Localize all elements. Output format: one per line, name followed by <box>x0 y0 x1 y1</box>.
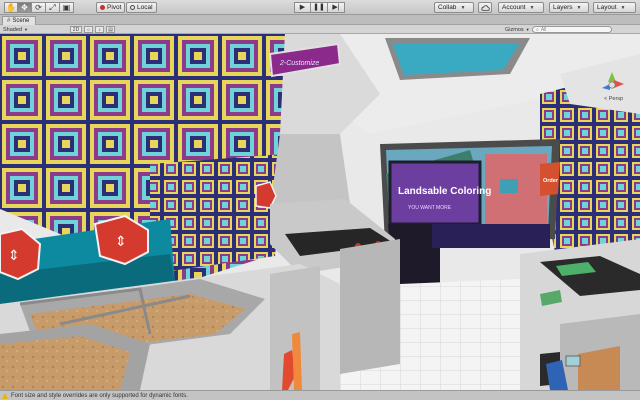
customize-sign-text: 2-Customize <box>279 60 319 67</box>
warning-icon <box>2 392 8 399</box>
main-toolbar: ✋ ✥ ⟳ ⤢ ▣ Pivot Local ▶ ❚❚ ▶| Collab ▼ A… <box>0 0 640 15</box>
scale-tool-icon[interactable]: ⤢ <box>46 2 60 13</box>
chevron-down-icon: ▼ <box>525 27 530 32</box>
arcade-screen-subtitle: YOU WANT MORE <box>408 205 452 211</box>
register-screen <box>565 355 581 367</box>
search-placeholder: All <box>540 26 547 33</box>
pivot-toggle[interactable]: Pivot <box>96 2 126 13</box>
layout-label: Layout <box>597 4 617 11</box>
layers-label: Layers <box>553 4 573 11</box>
status-message[interactable]: Font size and style overrides are only s… <box>11 393 188 399</box>
layers-dropdown[interactable]: Layers ▼ <box>549 2 589 13</box>
arrows-icon: ⇕ <box>8 248 20 264</box>
search-icon: ⌕ <box>536 26 539 33</box>
layout-dropdown[interactable]: Layout ▼ <box>593 2 636 13</box>
tab-scene[interactable]: # Scene <box>2 16 37 25</box>
local-toggle[interactable]: Local <box>126 2 157 13</box>
red-hex-button-left <box>0 227 42 281</box>
order-sign-text: Order <box>543 178 559 184</box>
pivot-icon <box>100 5 105 10</box>
vent-column <box>270 134 350 209</box>
play-controls: ▶ ❚❚ ▶| <box>294 2 345 13</box>
window-tab-bar: # Scene <box>0 15 640 25</box>
mode-2d-toggle[interactable]: 2D <box>70 26 82 33</box>
orientation-gizmo-icon[interactable] <box>598 70 626 98</box>
scene-search-input[interactable]: ⌕ All <box>532 26 612 33</box>
pause-icon[interactable]: ❚❚ <box>311 2 328 13</box>
rotate-tool-icon[interactable]: ⟳ <box>32 2 46 13</box>
chevron-down-icon: ▼ <box>460 4 466 11</box>
mode-2d-label: 2D <box>72 26 80 33</box>
transform-tools: ✋ ✥ ⟳ ⤢ ▣ <box>4 2 74 13</box>
shading-mode-dropdown[interactable]: Shaded ▼ <box>3 26 28 33</box>
play-icon[interactable]: ▶ <box>294 2 311 13</box>
account-dropdown[interactable]: Account ▼ <box>498 2 544 13</box>
audio-toggle-icon[interactable]: ♪ <box>95 26 104 33</box>
lighting-toggle-icon[interactable]: ☼ <box>84 26 93 33</box>
effects-toggle-icon[interactable]: ▤ <box>106 26 115 33</box>
cloud-icon[interactable] <box>478 2 492 13</box>
collab-dropdown[interactable]: Collab ▼ <box>434 2 474 13</box>
step-icon[interactable]: ▶| <box>328 2 345 13</box>
shading-mode-label: Shaded <box>3 26 22 33</box>
pivot-label: Pivot <box>107 4 122 11</box>
arrows-icon: ⇕ <box>115 234 127 250</box>
scene-tab-label: Scene <box>12 18 30 24</box>
chevron-down-icon: ▼ <box>620 4 626 11</box>
collab-label: Collab <box>438 4 457 11</box>
chevron-down-icon: ▼ <box>529 4 535 11</box>
outside-window <box>500 179 518 193</box>
scene-viewport[interactable]: 2-Customize Landsable Coloring YOU WANT … <box>0 34 640 390</box>
rect-tool-icon[interactable]: ▣ <box>60 2 74 13</box>
account-label: Account <box>502 4 526 11</box>
local-icon <box>130 5 135 10</box>
gizmos-dropdown[interactable]: Gizmos ▼ <box>505 26 530 33</box>
oven-front <box>340 239 400 374</box>
gizmos-label: Gizmos <box>505 26 524 33</box>
chevron-down-icon: ▼ <box>23 27 28 32</box>
move-tool-icon[interactable]: ✥ <box>18 2 32 13</box>
scene-icon: # <box>7 18 11 24</box>
counter-back <box>432 224 550 248</box>
chevron-down-icon: ▼ <box>576 4 582 11</box>
arcade-screen-title: Landsable Coloring <box>398 186 491 197</box>
status-bar: Font size and style overrides are only s… <box>0 390 640 400</box>
hand-tool-icon[interactable]: ✋ <box>4 2 18 13</box>
scene-options-bar: Shaded ▼ 2D ☼ ♪ ▤ Gizmos ▼ ⌕ All <box>0 25 640 34</box>
local-label: Local <box>137 4 153 11</box>
perspective-label[interactable]: < Persp <box>604 96 623 102</box>
